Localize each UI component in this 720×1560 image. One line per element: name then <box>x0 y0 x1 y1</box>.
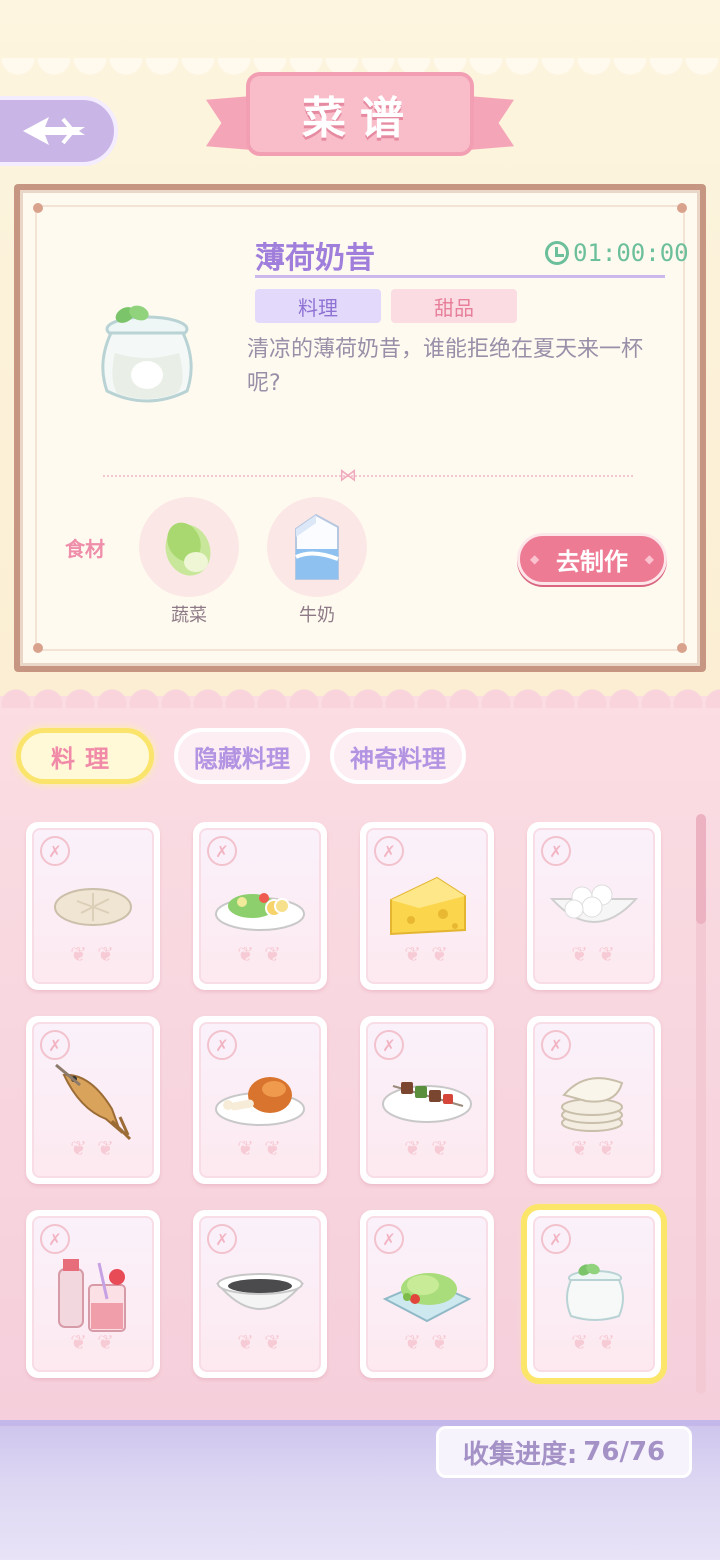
cutlery-icon: ✗ <box>207 1224 237 1254</box>
recipe-card[interactable]: ✗ ❦ ❦ <box>26 1016 160 1184</box>
progress-value: 76/76 <box>583 1437 666 1467</box>
page-title: 菜谱 <box>302 93 418 144</box>
lettuce-salad-icon <box>382 1273 472 1323</box>
make-button[interactable]: 去制作 <box>517 533 667 585</box>
cutlery-icon: ✗ <box>207 836 237 866</box>
cutlery-icon: ✗ <box>541 1224 571 1254</box>
cabbage-icon <box>165 522 211 576</box>
laurel-decoration: ❦ ❦ <box>237 1330 283 1354</box>
laurel-decoration: ❦ ❦ <box>404 1330 450 1354</box>
recipe-card[interactable]: ✗ ❦ ❦ <box>360 1210 494 1378</box>
laurel-decoration: ❦ ❦ <box>70 942 116 966</box>
cutlery-icon: ✗ <box>40 836 70 866</box>
laurel-decoration: ❦ ❦ <box>237 942 283 966</box>
salad-plate-icon <box>215 893 305 931</box>
cutlery-icon: ✗ <box>374 1224 404 1254</box>
recipe-detail-card: 薄荷奶昔 01:00:00 料理 甜品 清凉的薄荷奶昔，谁能拒绝在夏天来一杯呢?… <box>14 184 706 672</box>
stacked-pancakes-icon <box>561 1077 624 1132</box>
scrollbar[interactable] <box>696 814 706 1394</box>
recipe-card[interactable]: ✗ ❦ ❦ <box>193 1210 327 1378</box>
milk-carton-icon <box>295 513 339 580</box>
strawberry-drinks-icon <box>58 1259 126 1332</box>
grilled-fish-icon <box>55 1063 132 1141</box>
recipe-card-selected[interactable]: ✗ ❦ ❦ <box>521 1204 667 1384</box>
recipe-grid: ✗ ❦ ❦ ✗ ❦ ❦ ✗ ❦ ❦ ✗ ❦ ❦ ✗ ❦ ❦ ✗ ❦ ❦ ✗ ❦ … <box>26 822 667 1384</box>
tag-dessert: 甜品 <box>391 289 517 323</box>
recipe-card[interactable]: ✗ ❦ ❦ <box>360 822 494 990</box>
cook-timer: 01:00:00 <box>545 239 689 267</box>
recipe-card[interactable]: ✗ ❦ ❦ <box>26 1210 160 1378</box>
laurel-decoration: ❦ ❦ <box>571 1330 617 1354</box>
back-arrow-icon <box>23 117 85 145</box>
recipe-card[interactable]: ✗ ❦ ❦ <box>26 822 160 990</box>
cheese-icon <box>390 876 466 936</box>
ingredients-label: 食材 <box>65 537 105 561</box>
recipe-name: 薄荷奶昔 <box>255 241 375 276</box>
progress-label: 收集进度: <box>462 1439 578 1470</box>
tab-hidden-cuisine[interactable]: 隐藏料理 <box>174 728 310 784</box>
cutlery-icon: ✗ <box>541 836 571 866</box>
laurel-decoration: ❦ ❦ <box>571 1136 617 1160</box>
dotted-divider <box>103 475 633 477</box>
scrollbar-thumb[interactable] <box>696 814 706 924</box>
ingredient-milk[interactable]: 牛奶 <box>267 497 367 627</box>
tab-magic-cuisine[interactable]: 神奇料理 <box>330 728 466 784</box>
laurel-decoration: ❦ ❦ <box>237 1136 283 1160</box>
ingredient-vegetable[interactable]: 蔬菜 <box>139 497 239 627</box>
black-soup-bowl-icon <box>215 1273 305 1310</box>
recipe-card[interactable]: ✗ ❦ ❦ <box>527 1016 661 1184</box>
cutlery-icon: ✗ <box>541 1030 571 1060</box>
flatbread-icon <box>54 888 132 926</box>
cutlery-icon: ✗ <box>374 1030 404 1060</box>
bow-icon: ⋈ <box>339 465 357 486</box>
rice-balls-bowl-icon <box>549 884 639 923</box>
back-button[interactable] <box>0 96 118 166</box>
collection-progress: 收集进度: 76/76 <box>436 1426 692 1478</box>
laurel-decoration: ❦ ❦ <box>404 942 450 966</box>
divider <box>255 275 665 278</box>
cutlery-icon: ✗ <box>374 836 404 866</box>
roast-chicken-leg-icon <box>215 1077 305 1126</box>
cutlery-icon: ✗ <box>207 1030 237 1060</box>
mint-milkshake-icon <box>81 293 211 423</box>
laurel-decoration: ❦ ❦ <box>404 1136 450 1160</box>
recipe-card[interactable]: ✗ ❦ ❦ <box>193 822 327 990</box>
recipe-description: 清凉的薄荷奶昔，谁能拒绝在夏天来一杯呢? <box>247 337 644 396</box>
category-tabs: 料理 隐藏料理 神奇料理 <box>16 728 466 784</box>
kebab-plate-icon <box>382 1082 472 1123</box>
recipe-card[interactable]: ✗ ❦ ❦ <box>527 822 661 990</box>
laurel-decoration: ❦ ❦ <box>571 942 617 966</box>
mint-milkshake-icon <box>566 1263 624 1321</box>
clock-icon <box>545 241 569 265</box>
recipe-card[interactable]: ✗ ❦ ❦ <box>193 1016 327 1184</box>
recipe-card[interactable]: ✗ ❦ ❦ <box>360 1016 494 1184</box>
tag-cuisine: 料理 <box>255 289 381 323</box>
tab-cuisine[interactable]: 料理 <box>16 728 154 784</box>
title-ribbon: 菜谱 <box>206 66 514 166</box>
scallop-border <box>0 688 720 708</box>
